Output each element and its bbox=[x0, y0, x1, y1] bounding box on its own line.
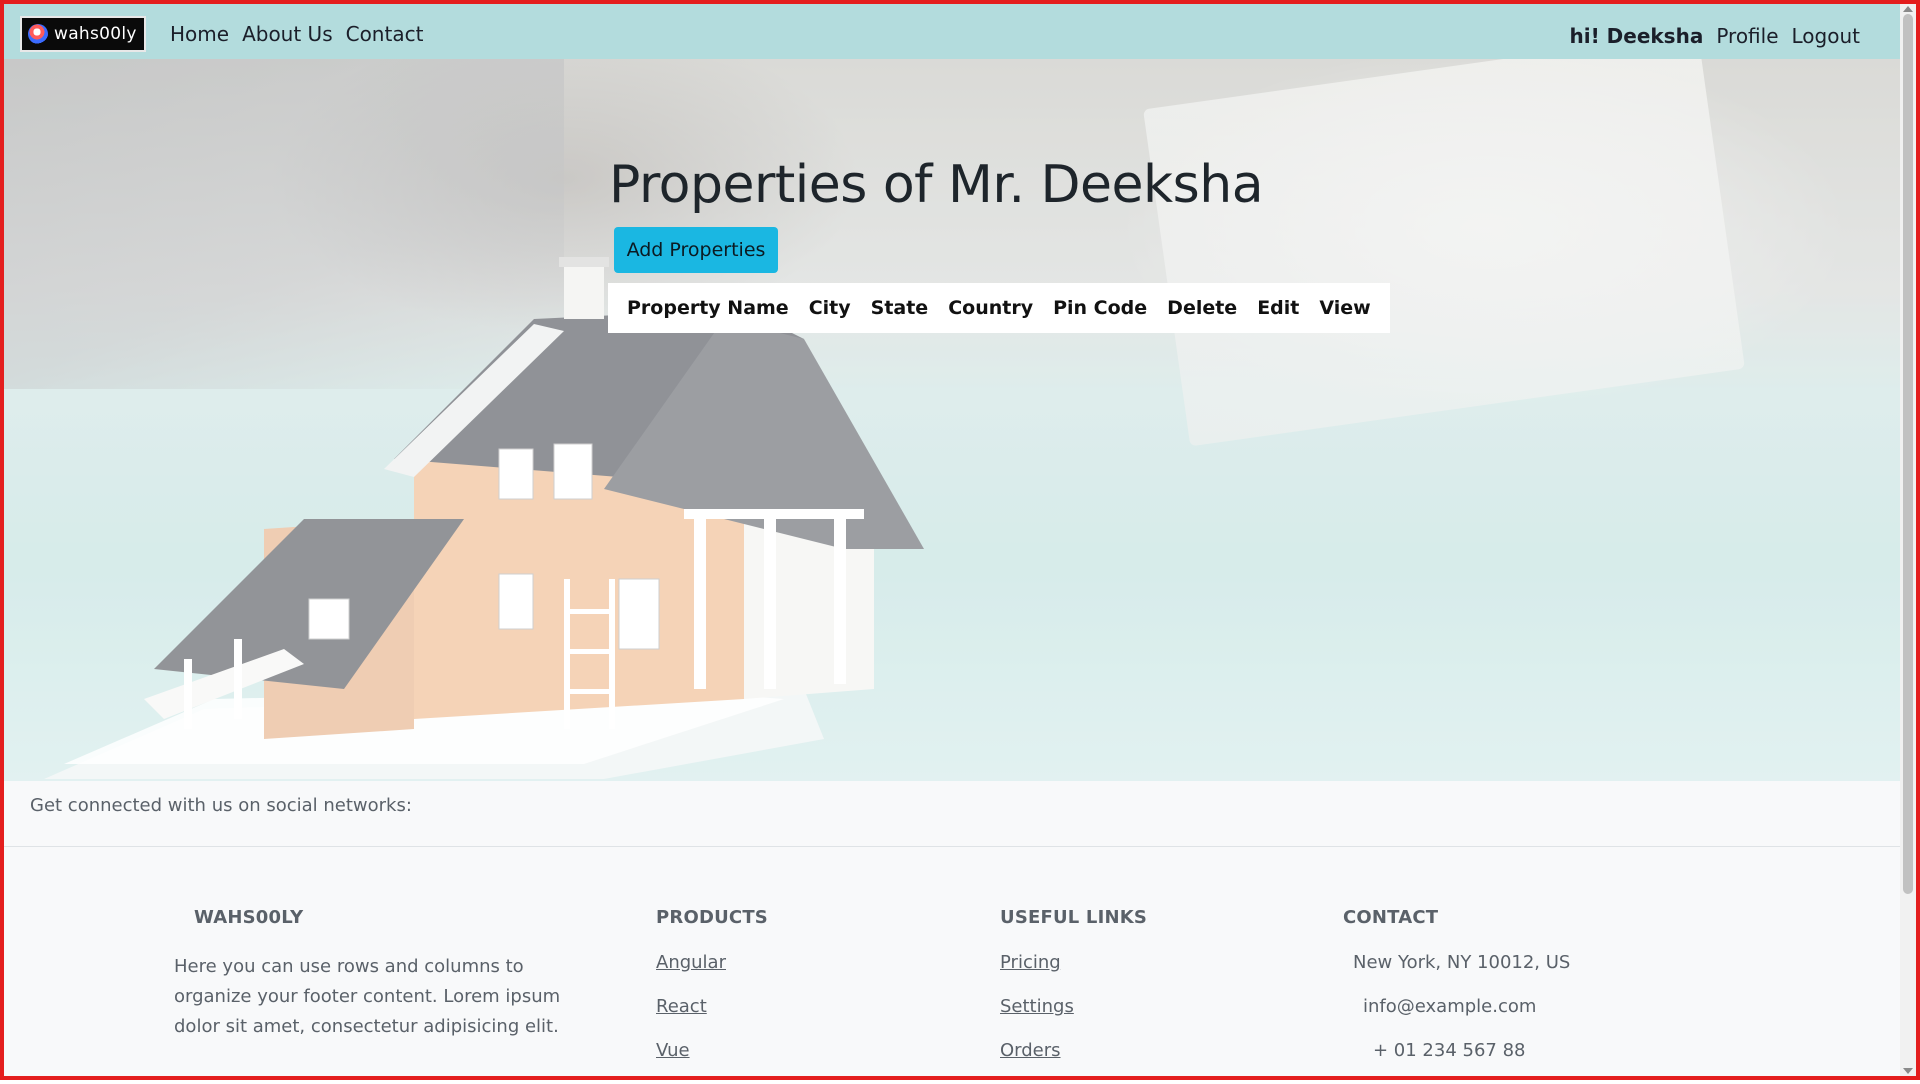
scrollbar-thumb[interactable] bbox=[1903, 14, 1913, 894]
contact-email: info@example.com bbox=[1363, 996, 1537, 1017]
properties-table-header: Property Name City State Country Pin Cod… bbox=[608, 283, 1390, 333]
footer-link-orders[interactable]: Orders bbox=[1000, 1040, 1147, 1061]
nav-user-area: hi! Deeksha Profile Logout bbox=[1569, 24, 1860, 48]
nav-link-logout[interactable]: Logout bbox=[1792, 24, 1860, 48]
column-header-property-name: Property Name bbox=[627, 297, 789, 319]
nav-links: Home About Us Contact bbox=[170, 22, 423, 46]
hero-section: Properties of Mr. Deeksha Add Properties… bbox=[4, 59, 1900, 781]
contact-phone: + 01 234 567 88 bbox=[1373, 1040, 1526, 1061]
footer-products-column: PRODUCTS Angular React Vue bbox=[656, 907, 768, 1084]
column-header-edit: Edit bbox=[1257, 297, 1300, 319]
column-header-pin-code: Pin Code bbox=[1053, 297, 1148, 319]
column-header-country: Country bbox=[948, 297, 1034, 319]
page-title: Properties of Mr. Deeksha bbox=[609, 155, 1264, 215]
page-scrollbar[interactable] bbox=[1900, 4, 1916, 1076]
footer-about-column: WAHS00LY Here you can use rows and colum… bbox=[174, 907, 574, 1042]
footer-useful-links-column: USEFUL LINKS Pricing Settings Orders bbox=[1000, 907, 1147, 1084]
scroll-up-arrow-icon[interactable] bbox=[1903, 6, 1913, 12]
user-greeting: hi! Deeksha bbox=[1569, 24, 1704, 48]
brand-logo-button[interactable]: wahs00ly bbox=[20, 16, 146, 52]
social-text: Get connected with us on social networks… bbox=[30, 795, 412, 816]
footer: Get connected with us on social networks… bbox=[4, 781, 1900, 1076]
add-properties-button[interactable]: Add Properties bbox=[614, 227, 778, 273]
column-header-view: View bbox=[1319, 297, 1371, 319]
footer-useful-links-title: USEFUL LINKS bbox=[1000, 907, 1148, 928]
nav-link-about-us[interactable]: About Us bbox=[242, 22, 333, 46]
social-row: Get connected with us on social networks… bbox=[4, 781, 1900, 847]
footer-about-text: Here you can use rows and columns to org… bbox=[174, 956, 561, 1037]
brand-logo-icon bbox=[28, 24, 48, 44]
nav-link-profile[interactable]: Profile bbox=[1716, 24, 1778, 48]
brand-name: wahs00ly bbox=[54, 24, 137, 44]
footer-products-title: PRODUCTS bbox=[656, 907, 768, 928]
contact-address: New York, NY 10012, US bbox=[1353, 952, 1571, 973]
column-header-delete: Delete bbox=[1167, 297, 1238, 319]
footer-link-angular[interactable]: Angular bbox=[656, 952, 768, 973]
scroll-down-arrow-icon[interactable] bbox=[1903, 1068, 1913, 1074]
footer-contact-title: CONTACT bbox=[1343, 907, 1439, 928]
footer-link-vue[interactable]: Vue bbox=[656, 1040, 768, 1061]
footer-link-pricing[interactable]: Pricing bbox=[1000, 952, 1147, 973]
footer-link-settings[interactable]: Settings bbox=[1000, 996, 1147, 1017]
navbar: wahs00ly Home About Us Contact hi! Deeks… bbox=[4, 4, 1900, 59]
footer-contact-column: CONTACT New York, NY 10012, US info@exam… bbox=[1343, 907, 1570, 1084]
footer-about-title: WAHS00LY bbox=[194, 907, 304, 928]
column-header-city: City bbox=[808, 297, 851, 319]
nav-link-home[interactable]: Home bbox=[170, 22, 229, 46]
nav-link-contact[interactable]: Contact bbox=[346, 22, 424, 46]
footer-link-react[interactable]: React bbox=[656, 996, 768, 1017]
column-header-state: State bbox=[870, 297, 929, 319]
